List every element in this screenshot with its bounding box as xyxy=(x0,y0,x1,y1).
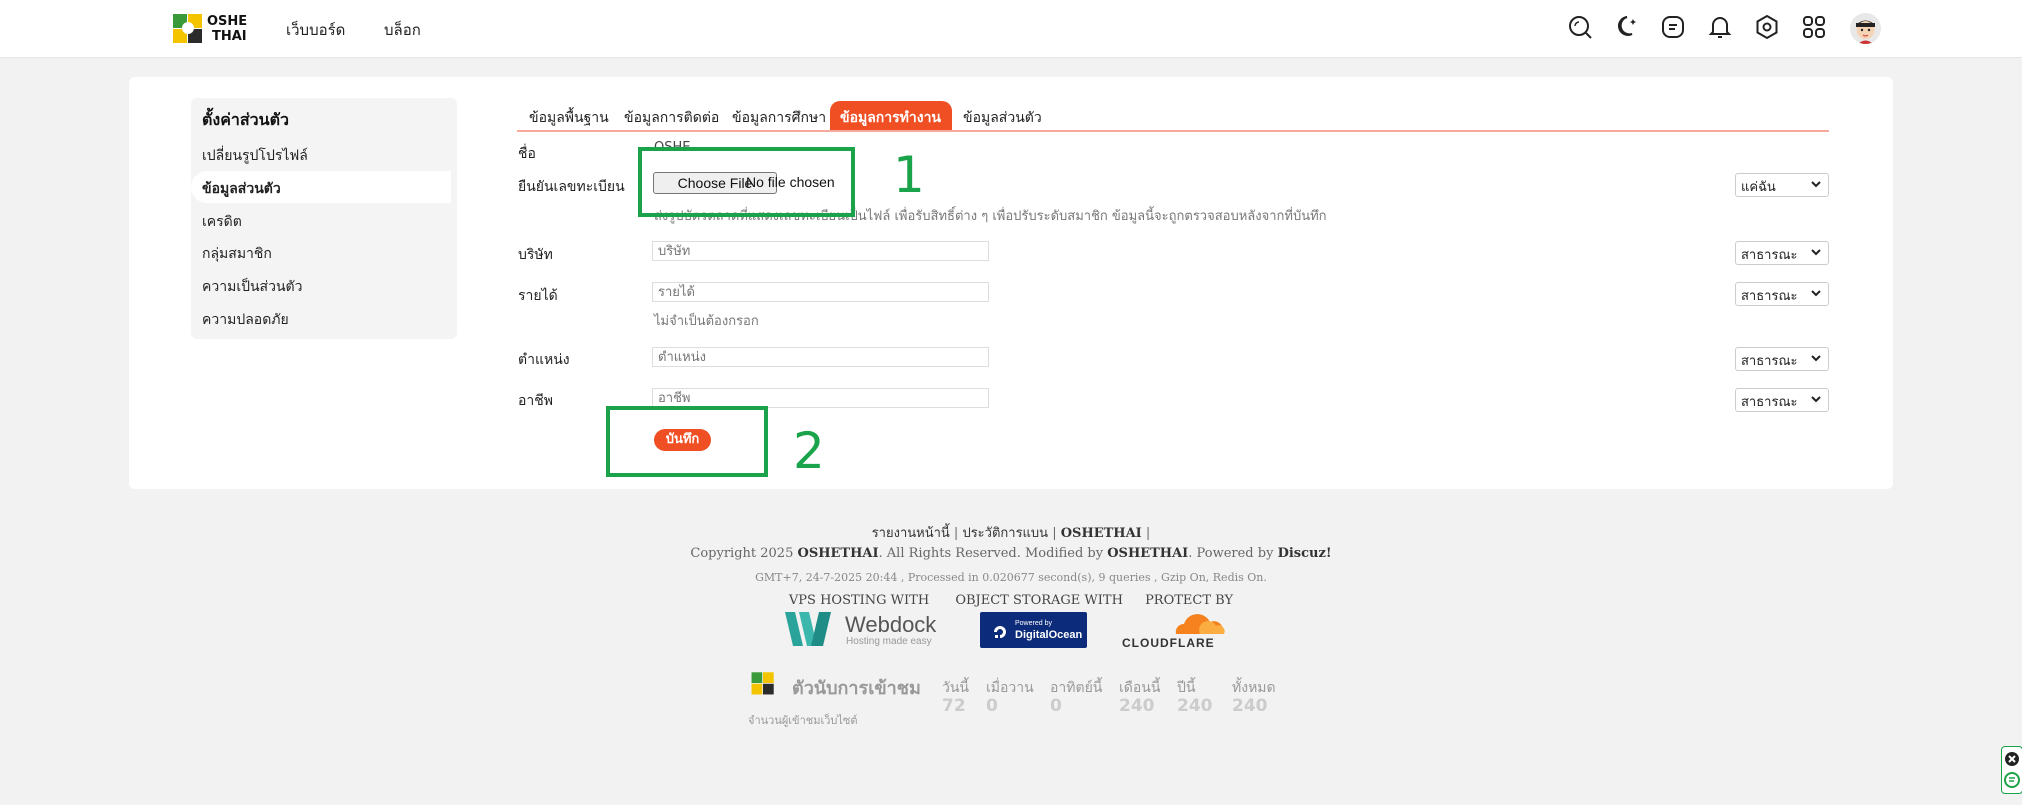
webdock-tagline: Hosting made easy xyxy=(846,636,932,647)
chevron-down-icon xyxy=(1811,181,1821,188)
tab-contact[interactable]: ข้อมูลการติดต่อ xyxy=(624,107,719,129)
income-label: รายได้ xyxy=(518,288,558,304)
webdock-name: Webdock xyxy=(845,612,937,637)
chevron-down-icon xyxy=(1811,396,1821,403)
bell-icon[interactable] xyxy=(1707,14,1733,40)
oshe-logo-icon[interactable] xyxy=(171,12,205,44)
vps-hosting-label: VPS HOSTING WITH xyxy=(788,593,930,608)
company-privacy-value: สาธารณะ xyxy=(1741,248,1798,263)
webdock-mark-icon xyxy=(785,612,831,646)
company-label: บริษัท xyxy=(518,247,553,263)
avatar-face-icon xyxy=(1856,20,1875,44)
footer-links: รายงานหน้านี้ | ประวัติการแบน | OSHETHAI… xyxy=(871,526,1151,541)
income-privacy-select[interactable]: สาธารณะ xyxy=(1735,282,1829,306)
stat-value-total: 240 xyxy=(1232,696,1268,716)
name-label: ชื่อ xyxy=(518,146,536,162)
copyright-brand[interactable]: OSHETHAI xyxy=(798,546,879,561)
chevron-down-icon xyxy=(1811,249,1821,256)
sidebar-item-change-avatar[interactable]: เปลี่ยนรูปโปรไฟล์ xyxy=(202,145,308,167)
modified-by-link[interactable]: OSHETHAI xyxy=(1107,546,1188,561)
stat-value-month: 240 xyxy=(1119,696,1155,716)
tab-personal[interactable]: ข้อมูลส่วนตัว xyxy=(963,107,1042,129)
apps-icon[interactable] xyxy=(1801,14,1827,40)
object-storage-label: OBJECT STORAGE WITH xyxy=(955,593,1123,608)
occupation-privacy-select[interactable]: สาธารณะ xyxy=(1735,388,1829,412)
tab-underline xyxy=(517,130,1829,132)
do-powered-small: Powered by xyxy=(1015,620,1052,627)
user-avatar[interactable] xyxy=(1850,13,1881,44)
stat-value-week: 0 xyxy=(1050,696,1062,716)
digitalocean-badge[interactable]: Powered by DigitalOcean xyxy=(980,612,1087,648)
sidebar-title: ตั้งค่าส่วนตัว xyxy=(202,110,289,129)
do-name: DigitalOcean xyxy=(1015,629,1083,641)
cloudflare-text: CLOUDFLARE xyxy=(1122,636,1215,650)
copyright-prefix: Copyright 2025 xyxy=(690,546,794,561)
stats-title: ตัวนับการเข้าชม xyxy=(792,678,921,699)
annotation-number-2: 2 xyxy=(793,422,825,480)
logo-text[interactable]: OSHE THAI xyxy=(207,14,247,44)
sidebar-item-privacy[interactable]: ความเป็นส่วนตัว xyxy=(202,276,303,298)
webdock-logo[interactable]: Webdock Hosting made easy xyxy=(785,612,945,648)
copyright-mid: . All Rights Reserved. Modified by xyxy=(878,546,1104,561)
cloudflare-logo[interactable]: CLOUDFLARE xyxy=(1120,612,1230,650)
nav-webboard[interactable]: เว็บบอร์ด xyxy=(286,18,345,42)
protect-by-label: PROTECT BY xyxy=(1145,593,1234,608)
stats-logo-icon xyxy=(751,672,774,695)
stat-value-year: 240 xyxy=(1177,696,1213,716)
nav-blog[interactable]: บล็อก xyxy=(384,18,421,42)
occupation-label: อาชีพ xyxy=(518,393,553,409)
stats-caption: จำนวนผู้เข้าชมเว็บไซต์ xyxy=(748,714,858,727)
income-privacy-value: สาธารณะ xyxy=(1741,289,1798,304)
floating-widget[interactable] xyxy=(2001,746,2022,794)
stat-value-today: 72 xyxy=(942,696,966,716)
chevron-down-icon xyxy=(1811,290,1821,297)
sidebar-item-profile[interactable]: ข้อมูลส่วนตัว xyxy=(202,178,281,200)
company-input[interactable] xyxy=(652,241,989,261)
annotation-box-2 xyxy=(606,406,768,477)
verify-privacy-select[interactable]: แค่ฉัน xyxy=(1735,173,1829,197)
moon-icon[interactable] xyxy=(1614,14,1640,40)
chevron-down-icon xyxy=(1811,355,1821,362)
position-input[interactable] xyxy=(652,347,989,367)
sidebar-item-security[interactable]: ความปลอดภัย xyxy=(202,309,289,331)
company-privacy-select[interactable]: สาธารณะ xyxy=(1735,241,1829,265)
settings-icon[interactable] xyxy=(1754,14,1780,40)
annotation-number-1: 1 xyxy=(893,146,925,204)
footer-process-info: GMT+7, 24-7-2025 20:44 , Processed in 0.… xyxy=(755,571,1267,584)
tab-education[interactable]: ข้อมูลการศึกษา xyxy=(732,107,826,129)
search-icon[interactable] xyxy=(1567,14,1593,40)
powered-prefix: . Powered by xyxy=(1188,546,1274,561)
close-icon[interactable] xyxy=(2004,751,2020,767)
message-icon[interactable] xyxy=(1660,14,1686,40)
hosting-labels: VPS HOSTING WITH OBJECT STORAGE WITH PRO… xyxy=(0,593,2022,608)
position-privacy-select[interactable]: สาธารณะ xyxy=(1735,347,1829,371)
footer-link-report[interactable]: รายงานหน้านี้ xyxy=(872,526,950,541)
logo-line2: THAI xyxy=(212,29,247,44)
occupation-privacy-value: สาธารณะ xyxy=(1741,395,1798,410)
discuz-link[interactable]: Discuz! xyxy=(1278,546,1332,561)
digitalocean-icon xyxy=(994,626,1006,638)
stat-value-yesterday: 0 xyxy=(986,696,998,716)
occupation-input[interactable] xyxy=(652,388,989,408)
footer-link-oshethai[interactable]: OSHETHAI xyxy=(1061,526,1142,541)
position-label: ตำแหน่ง xyxy=(518,352,570,368)
footer-copyright: Copyright 2025 OSHETHAI. All Rights Rese… xyxy=(0,546,2022,561)
footer-link-ban-history[interactable]: ประวัติการแบน xyxy=(962,526,1048,541)
annotation-box-1 xyxy=(638,147,855,217)
widget-logo-icon[interactable] xyxy=(2004,772,2020,788)
income-hint: ไม่จำเป็นต้องกรอก xyxy=(654,314,759,329)
sidebar-item-credit[interactable]: เครดิต xyxy=(202,211,242,233)
income-input[interactable] xyxy=(652,282,989,302)
logo-line1: OSHE xyxy=(207,14,248,29)
sidebar-item-usergroup[interactable]: กลุ่มสมาชิก xyxy=(202,243,272,265)
verify-label: ยืนยันเลขทะเบียน xyxy=(518,179,625,195)
tab-basic[interactable]: ข้อมูลพื้นฐาน xyxy=(529,107,609,129)
tab-work[interactable]: ข้อมูลการทำงาน xyxy=(840,107,941,129)
position-privacy-value: สาธารณะ xyxy=(1741,354,1798,369)
verify-privacy-value: แค่ฉัน xyxy=(1741,180,1776,195)
cloudflare-cloud-icon xyxy=(1175,614,1225,634)
top-navbar: OSHE THAI เว็บบอร์ด บล็อก xyxy=(0,0,2022,58)
